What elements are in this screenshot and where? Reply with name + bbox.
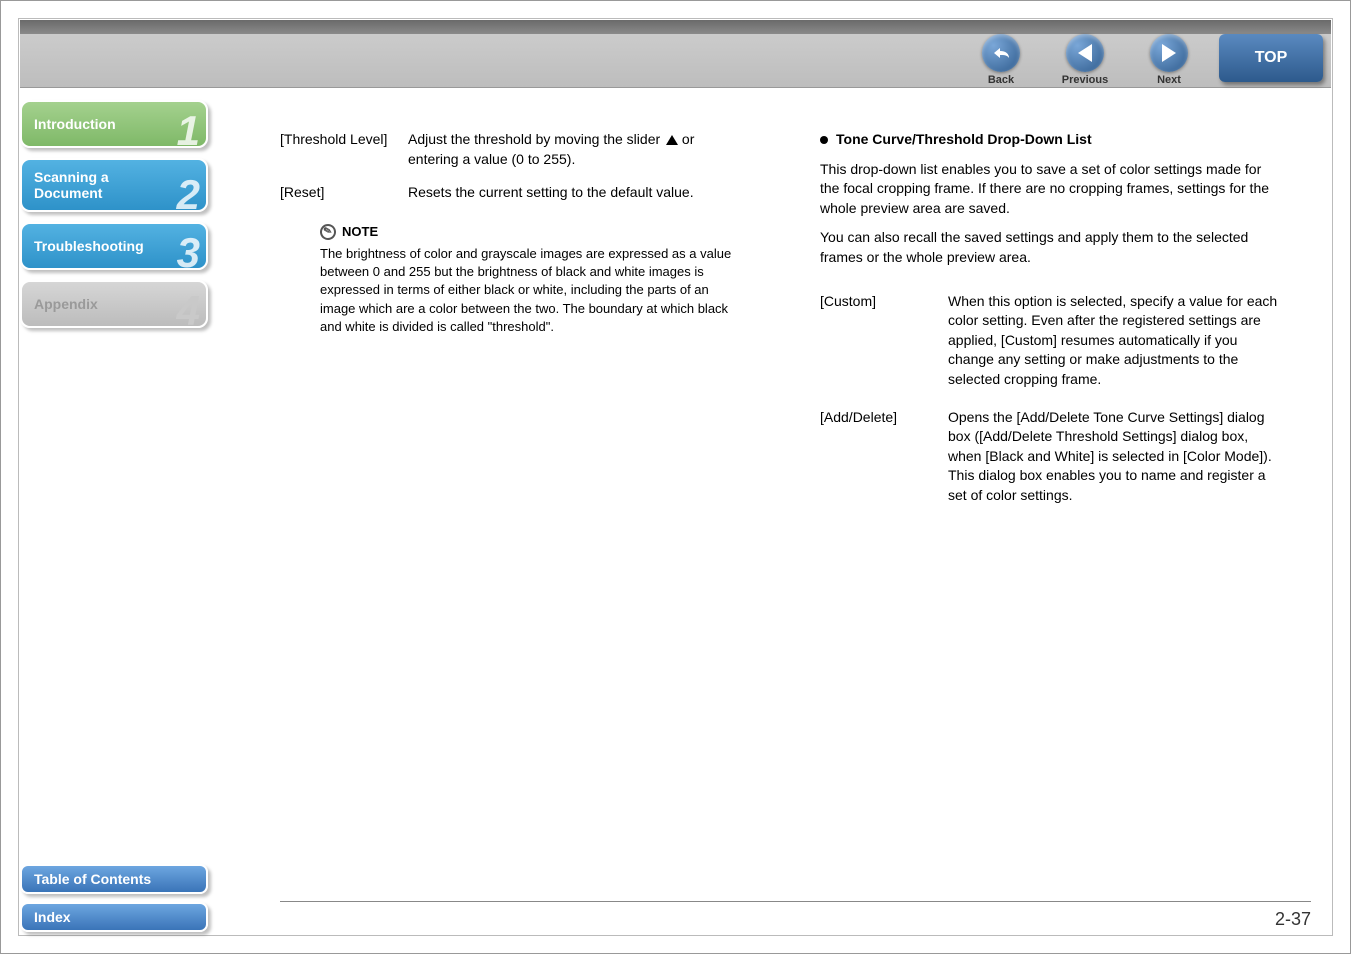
nav-previous[interactable]: Previous (1061, 34, 1109, 86)
index-label: Index (34, 909, 71, 925)
sidebar-item-number: 1 (177, 110, 200, 152)
def-desc: Adjust the threshold by moving the slide… (408, 130, 740, 169)
def-term: [Add/Delete] (820, 408, 948, 506)
note-icon: ✎ (318, 222, 338, 242)
sidebar-item-number: 4 (177, 290, 200, 332)
note-label: NOTE (342, 223, 378, 241)
section-heading: Tone Curve/Threshold Drop-Down List (820, 130, 1280, 150)
paragraph: You can also recall the saved settings a… (820, 228, 1280, 267)
definition-threshold-level: [Threshold Level] Adjust the threshold b… (280, 130, 740, 169)
definition-custom: [Custom] When this option is selected, s… (820, 292, 1280, 390)
bullet-icon (820, 136, 828, 144)
sidebar-item-number: 2 (177, 174, 200, 216)
footer-divider (280, 901, 1311, 902)
page-number: 2-37 (1275, 909, 1311, 930)
main-content: [Threshold Level] Adjust the threshold b… (280, 130, 1311, 524)
nav-previous-label: Previous (1062, 74, 1108, 86)
nav-back[interactable]: Back (977, 34, 1025, 86)
sidebar-item-label: Appendix (34, 296, 98, 312)
sidebar-item-introduction[interactable]: Introduction 1 (20, 100, 208, 148)
sidebar-item-label: Scanning a Document (34, 169, 109, 201)
triangle-up-icon (666, 135, 678, 145)
left-column: [Threshold Level] Adjust the threshold b… (280, 130, 740, 524)
nav-back-label: Back (988, 74, 1014, 86)
toc-button[interactable]: Table of Contents (20, 864, 208, 894)
back-icon (982, 34, 1020, 72)
def-desc: Resets the current setting to the defaul… (408, 183, 740, 203)
note-header: ✎ NOTE (320, 223, 740, 241)
next-icon (1150, 34, 1188, 72)
nav-next-label: Next (1157, 74, 1181, 86)
topbar-accent (20, 20, 1331, 34)
note-block: ✎ NOTE The brightness of color and grays… (320, 223, 740, 336)
paragraph: This drop-down list enables you to save … (820, 160, 1280, 219)
def-desc: When this option is selected, specify a … (948, 292, 1280, 390)
top-button-label: TOP (1255, 49, 1288, 67)
sidebar-item-scanning[interactable]: Scanning a Document 2 (20, 158, 208, 212)
sidebar: Introduction 1 Scanning a Document 2 Tro… (20, 100, 220, 338)
heading-text: Tone Curve/Threshold Drop-Down List (836, 130, 1092, 150)
right-column: Tone Curve/Threshold Drop-Down List This… (820, 130, 1280, 524)
sidebar-item-troubleshooting[interactable]: Troubleshooting 3 (20, 222, 208, 270)
def-desc-text-a: Adjust the threshold by moving the slide… (408, 131, 664, 147)
note-text: The brightness of color and grayscale im… (320, 245, 740, 336)
top-toolbar: Back Previous Next TOP (20, 20, 1331, 88)
def-term: [Threshold Level] (280, 130, 408, 169)
sidebar-bottom: Table of Contents Index (20, 856, 220, 932)
definition-reset: [Reset] Resets the current setting to th… (280, 183, 740, 203)
nav-button-group: Back Previous Next (977, 34, 1193, 86)
sidebar-item-label: Troubleshooting (34, 238, 144, 254)
def-term: [Custom] (820, 292, 948, 390)
sidebar-item-number: 3 (177, 232, 200, 274)
sidebar-item-label: Introduction (34, 116, 116, 132)
top-button[interactable]: TOP (1219, 34, 1323, 82)
definition-add-delete: [Add/Delete] Opens the [Add/Delete Tone … (820, 408, 1280, 506)
toc-label: Table of Contents (34, 871, 151, 887)
nav-next[interactable]: Next (1145, 34, 1193, 86)
index-button[interactable]: Index (20, 902, 208, 932)
def-term: [Reset] (280, 183, 408, 203)
previous-icon (1066, 34, 1104, 72)
sidebar-item-appendix[interactable]: Appendix 4 (20, 280, 208, 328)
def-desc: Opens the [Add/Delete Tone Curve Setting… (948, 408, 1280, 506)
